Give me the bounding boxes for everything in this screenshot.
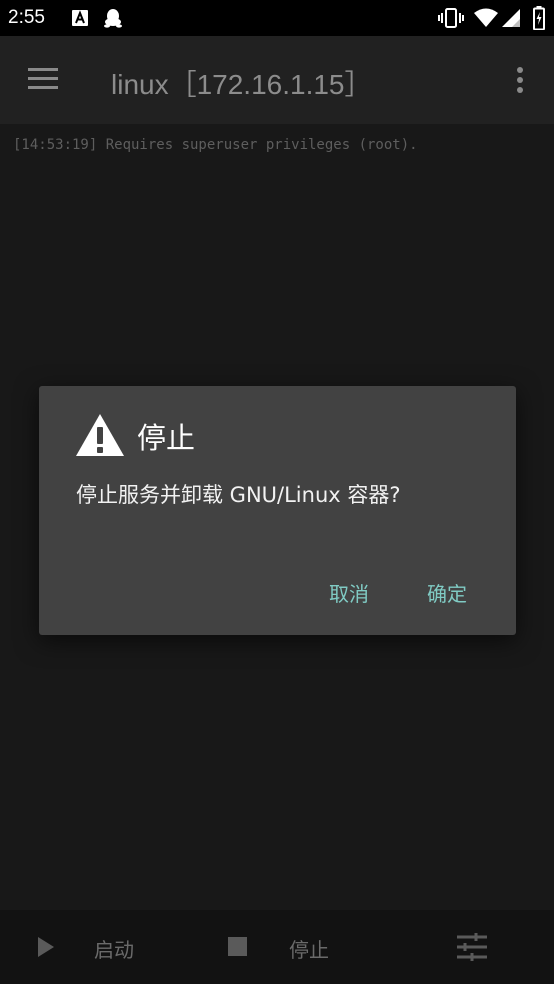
qq-penguin-icon (104, 9, 122, 28)
play-icon (38, 937, 54, 957)
app-title: linux［172.16.1.15］ (111, 69, 373, 100)
settings-button[interactable] (444, 910, 504, 984)
cancel-button[interactable]: 取消 (325, 576, 373, 609)
stop-label: 停止 (289, 938, 329, 962)
warning-icon (76, 414, 124, 456)
bottom-bar: 启动 停止 (0, 910, 554, 984)
start-label: 启动 (94, 938, 134, 962)
dialog-message: 停止服务并卸载 GNU/Linux 容器? (76, 483, 401, 507)
confirm-button[interactable]: 确定 (423, 576, 471, 609)
status-time: 2:55 (8, 7, 45, 28)
menu-icon[interactable] (28, 68, 58, 92)
wifi-icon (474, 8, 498, 27)
app-bar: linux［172.16.1.15］ (0, 36, 554, 124)
start-button[interactable]: 启动 (20, 910, 180, 984)
battery-charging-icon (533, 6, 545, 30)
signal-icon (502, 9, 520, 27)
vibrate-icon (438, 8, 464, 28)
overflow-menu-icon[interactable] (514, 67, 526, 95)
font-a-icon (72, 10, 88, 26)
dialog-title: 停止 (137, 421, 196, 455)
status-bar: 2:55 (0, 0, 554, 36)
stop-icon (228, 937, 247, 956)
log-line: [14:53:19] Requires superuser privileges… (13, 137, 418, 153)
tune-icon (457, 933, 487, 961)
stop-button[interactable]: 停止 (215, 910, 375, 984)
stop-confirm-dialog: 停止 停止服务并卸载 GNU/Linux 容器? 取消 确定 (39, 386, 516, 635)
